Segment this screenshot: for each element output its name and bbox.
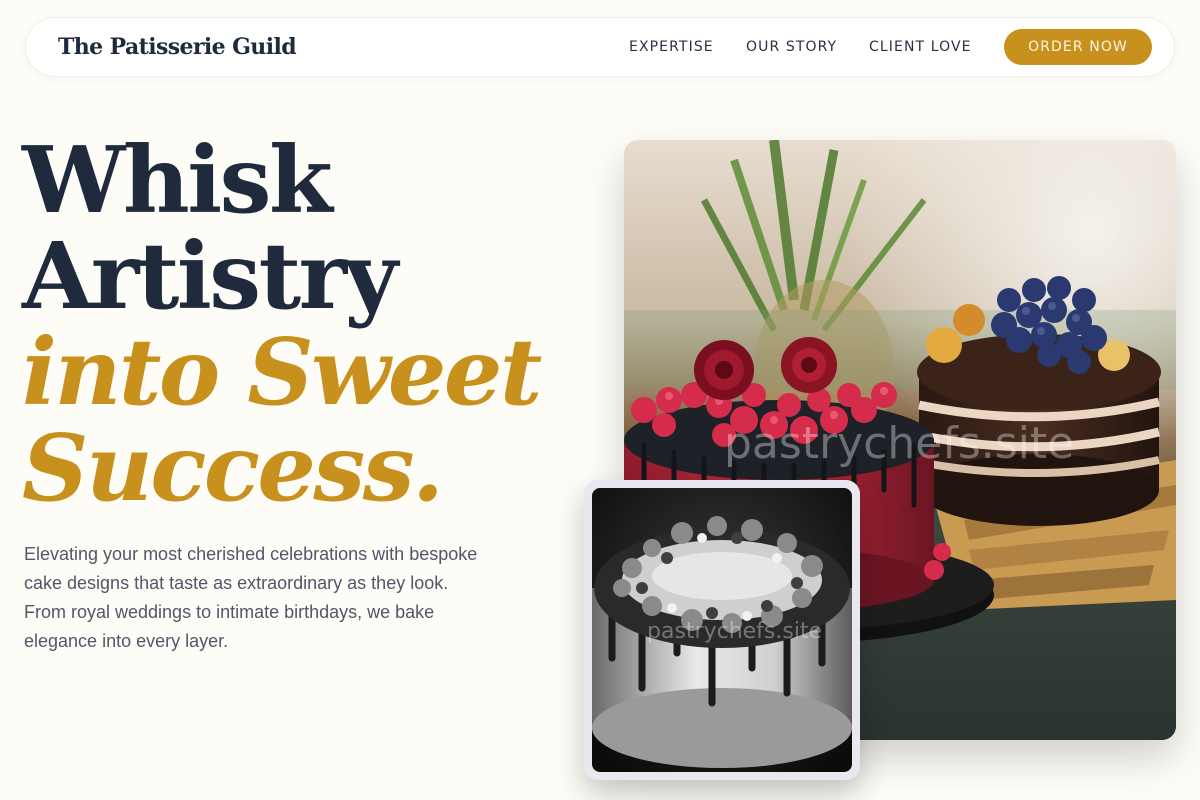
headline-line-3: into Sweet <box>22 318 542 426</box>
hero-inset-photo-frame: pastrychefs.site <box>584 480 860 780</box>
brand-logo-text[interactable]: The Patisserie Guild <box>58 34 297 60</box>
nav-link-client-love[interactable]: CLIENT LOVE <box>869 39 972 55</box>
order-now-button[interactable]: ORDER NOW <box>1004 29 1152 65</box>
hero-description: Elevating your most cherished celebratio… <box>24 544 478 651</box>
top-nav: The Patisserie Guild EXPERTISE OUR STORY… <box>25 17 1175 77</box>
hero-headline: Whisk Artistry into Sweet Success. <box>22 126 542 522</box>
headline-line-1: Whisk <box>22 126 333 234</box>
hero-inset-cake-photo: pastrychefs.site <box>592 488 852 772</box>
nav-link-expertise[interactable]: EXPERTISE <box>629 39 714 55</box>
main-photo-watermark: pastrychefs.site <box>724 418 1074 469</box>
nav-link-our-story[interactable]: OUR STORY <box>746 39 837 55</box>
headline-line-2: Artistry <box>22 222 398 330</box>
inset-photo-watermark: pastrychefs.site <box>647 619 822 644</box>
headline-line-4: Success. <box>22 414 444 522</box>
